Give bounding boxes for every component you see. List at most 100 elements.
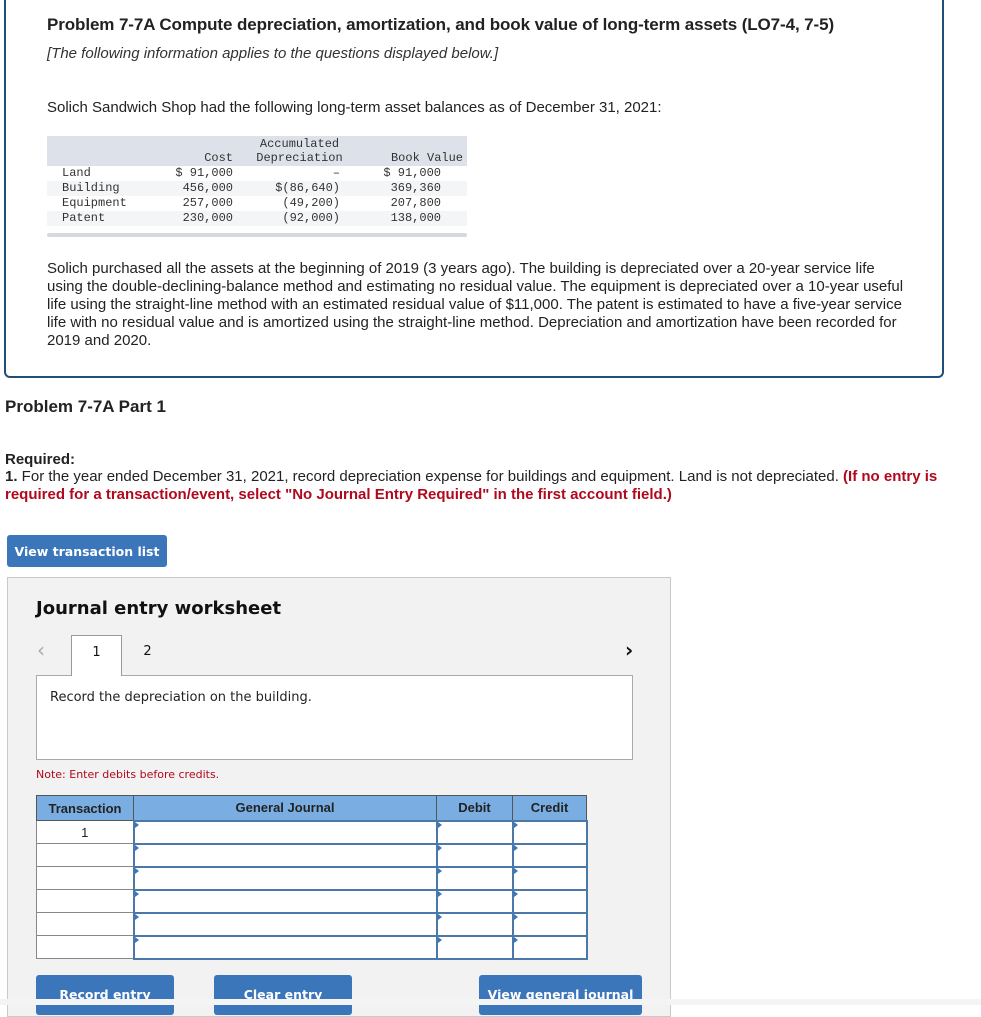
debit-field-cell xyxy=(435,934,514,960)
transaction-number xyxy=(36,889,134,913)
account-field[interactable] xyxy=(134,844,436,866)
asset-book-value: 369,360 xyxy=(390,181,441,195)
credit-field[interactable] xyxy=(513,913,586,935)
dropdown-marker-icon xyxy=(134,936,139,943)
debit-field[interactable] xyxy=(437,936,512,958)
asset-label: Land xyxy=(62,166,91,180)
dropdown-marker-icon xyxy=(437,867,442,874)
dropdown-marker-icon xyxy=(134,913,139,920)
journal-row xyxy=(36,888,588,914)
account-field-cell xyxy=(132,934,438,960)
tab-1[interactable]: 1 xyxy=(71,635,122,676)
journal-row xyxy=(36,934,588,960)
credit-field-cell xyxy=(511,819,588,845)
asset-cost: $ 91,000 xyxy=(175,166,233,180)
account-field[interactable] xyxy=(134,936,436,958)
dropdown-marker-icon xyxy=(437,913,442,920)
view-general-journal-button[interactable]: View general journal xyxy=(479,975,642,1015)
clear-entry-button[interactable]: Clear entry xyxy=(214,975,352,1015)
credit-field-cell xyxy=(511,842,588,868)
transaction-number xyxy=(36,912,134,936)
asset-balance-table: Cost Accumulated Depreciation Book Value… xyxy=(47,136,467,226)
header-cost: Cost xyxy=(204,151,233,165)
tab-2[interactable]: 2 xyxy=(122,635,173,676)
debits-note: Note: Enter debits before credits. xyxy=(36,768,220,781)
journal-entry-worksheet: Journal entry worksheet ‹ 1 2 › Record t… xyxy=(7,577,671,1017)
asset-row: Land $ 91,000 – $ 91,000 xyxy=(47,166,467,181)
intro-text: Solich Sandwich Shop had the following l… xyxy=(47,99,662,116)
credit-field[interactable] xyxy=(513,890,586,912)
general-journal-table: Transaction General Journal Debit Credit… xyxy=(36,795,588,960)
dropdown-marker-icon xyxy=(437,890,442,897)
header-debit: Debit xyxy=(436,795,513,821)
record-entry-button[interactable]: Record entry xyxy=(36,975,174,1015)
asset-cost: 456,000 xyxy=(182,181,233,195)
journal-row xyxy=(36,865,588,891)
dropdown-marker-icon xyxy=(134,890,139,897)
credit-field-cell xyxy=(511,865,588,891)
credit-field[interactable] xyxy=(513,821,586,843)
header-accum-line2: Depreciation xyxy=(256,151,343,165)
prompt-text: Record the depreciation on the building. xyxy=(50,690,312,705)
asset-row: Equipment 257,000 (49,200) 207,800 xyxy=(47,196,467,211)
header-accumulated-depreciation: Accumulated Depreciation xyxy=(237,136,362,166)
credit-field[interactable] xyxy=(513,936,586,958)
problem-title: Problem 7-7A Compute depreciation, amort… xyxy=(47,15,835,34)
problem-description: Solich purchased all the assets at the b… xyxy=(47,260,904,349)
required-instructions: 1. For the year ended December 31, 2021,… xyxy=(5,468,945,504)
debit-field[interactable] xyxy=(437,890,512,912)
account-field[interactable] xyxy=(134,890,436,912)
asset-book-value: $ 91,000 xyxy=(383,166,441,180)
account-field[interactable] xyxy=(134,821,436,843)
debit-field-cell xyxy=(435,819,514,845)
asset-label: Patent xyxy=(62,211,106,225)
journal-row: 1 xyxy=(36,819,588,845)
debit-field[interactable] xyxy=(437,867,512,889)
dropdown-marker-icon xyxy=(134,821,139,828)
asset-book-value: 138,000 xyxy=(390,211,441,225)
debit-field-cell xyxy=(435,888,514,914)
required-label: Required: xyxy=(5,451,76,468)
info-note: [The following information applies to th… xyxy=(47,45,499,62)
debit-field[interactable] xyxy=(437,913,512,935)
transaction-number xyxy=(36,843,134,867)
dropdown-marker-icon xyxy=(134,844,139,851)
dropdown-marker-icon xyxy=(134,867,139,874)
dropdown-marker-icon xyxy=(437,821,442,828)
asset-cost: 257,000 xyxy=(182,196,233,210)
chevron-right-icon[interactable]: › xyxy=(625,638,633,662)
debit-field[interactable] xyxy=(437,844,512,866)
account-field-cell xyxy=(132,888,438,914)
dropdown-marker-icon xyxy=(513,936,518,943)
header-credit: Credit xyxy=(512,795,587,821)
asset-accumulated-depreciation: $(86,640) xyxy=(275,181,340,195)
asset-accumulated-depreciation: (92,000) xyxy=(282,211,340,225)
transaction-number xyxy=(36,935,134,959)
journal-header-row: Transaction General Journal Debit Credit xyxy=(36,795,587,821)
credit-field[interactable] xyxy=(513,844,586,866)
debit-field-cell xyxy=(435,911,514,937)
table-footer-bar xyxy=(47,233,467,237)
asset-label: Equipment xyxy=(62,196,127,210)
asset-book-value: 207,800 xyxy=(390,196,441,210)
account-field[interactable] xyxy=(134,913,436,935)
required-text: For the year ended December 31, 2021, re… xyxy=(17,468,844,485)
prompt-box: Record the depreciation on the building. xyxy=(36,675,633,760)
view-transaction-list-button[interactable]: View transaction list xyxy=(7,535,167,567)
asset-row: Building 456,000 $(86,640) 369,360 xyxy=(47,181,467,196)
asset-row: Patent 230,000 (92,000) 138,000 xyxy=(47,211,467,226)
required-number: 1. xyxy=(5,468,18,485)
dropdown-marker-icon xyxy=(513,821,518,828)
debit-field[interactable] xyxy=(437,821,512,843)
dropdown-marker-icon xyxy=(513,867,518,874)
credit-field[interactable] xyxy=(513,867,586,889)
credit-field-cell xyxy=(511,888,588,914)
credit-field-cell xyxy=(511,911,588,937)
dropdown-marker-icon xyxy=(437,844,442,851)
journal-row xyxy=(36,911,588,937)
account-field-cell xyxy=(132,819,438,845)
account-field[interactable] xyxy=(134,867,436,889)
asset-table-header: Cost Accumulated Depreciation Book Value xyxy=(47,136,467,166)
chevron-left-icon[interactable]: ‹ xyxy=(37,638,45,662)
header-general-journal: General Journal xyxy=(133,795,437,821)
